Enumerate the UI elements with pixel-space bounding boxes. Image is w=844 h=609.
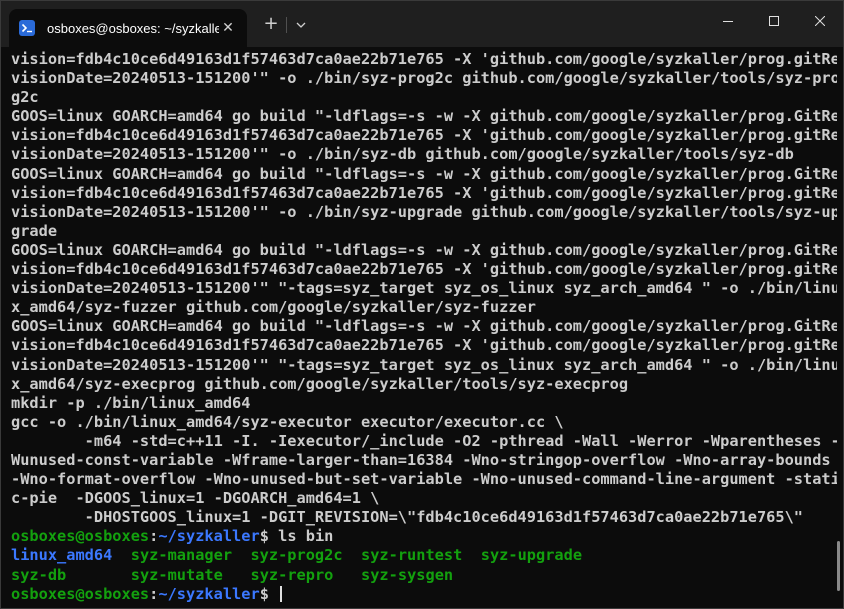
column-gap: [66, 566, 130, 584]
prompt-symbol: $: [259, 527, 279, 546]
output-line: c-pie -DGOOS_linux=1 -DGOARCH_amd64=1 \: [11, 489, 380, 508]
output-line: -DHOSTGOOS_linux=1 -DGIT_REVISION=\"fdb4…: [11, 508, 804, 527]
ls-output-row: linux_amd64 syz-manager syz-prog2c syz-r…: [11, 546, 837, 565]
close-button[interactable]: [797, 1, 843, 41]
prompt-path: ~/syzkaller: [158, 584, 260, 603]
output-line: vision=fdb4c10ce6d49163d1f57463d7ca0ae22…: [11, 336, 837, 355]
terminal-window: osboxes@osboxes: ~/syzkaller ✕ + vision=…: [0, 0, 844, 609]
output-line: Wunused-const-variable -Wframe-larger-th…: [11, 450, 831, 469]
output-line: x_amd64/syz-execprog github.com/google/s…: [11, 374, 629, 393]
file-entry: syz-prog2c: [250, 546, 343, 565]
command-text: ls bin: [278, 527, 334, 546]
output-line: vision=fdb4c10ce6d49163d1f57463d7ca0ae22…: [11, 50, 837, 68]
tab-title: osboxes@osboxes: ~/syzkaller: [47, 20, 219, 36]
output-line: mkdir -p ./bin/linux_amd64: [11, 393, 251, 412]
output-line: vision=fdb4c10ce6d49163d1f57463d7ca0ae22…: [11, 260, 837, 279]
file-entry: syz-repro: [250, 565, 334, 584]
maximize-icon: [769, 16, 779, 26]
terminal-output[interactable]: vision=fdb4c10ce6d49163d1f57463d7ca0ae22…: [11, 50, 837, 606]
output-line: GOOS=linux GOARCH=amd64 go build "-ldfla…: [11, 240, 837, 259]
prompt-symbol: $: [259, 584, 279, 603]
file-entry: syz-sysgen: [361, 565, 454, 584]
tab-terminal[interactable]: osboxes@osboxes: ~/syzkaller ✕: [9, 9, 247, 47]
output-line: visionDate=20240513-151200'" -o ./bin/sy…: [11, 145, 794, 164]
output-line: visionDate=20240513-151200'" "-tags=syz_…: [11, 279, 837, 298]
prompt-separator: :: [149, 584, 159, 603]
file-entry: syz-db: [11, 565, 67, 584]
prompt-user: osboxes@osboxes: [11, 527, 150, 546]
ls-output-row: syz-db syz-mutate syz-repro syz-sysgen: [11, 566, 837, 585]
column-gap: [112, 546, 130, 564]
file-entry: syz-manager: [130, 546, 233, 565]
output-line: GOOS=linux GOARCH=amd64 go build "-ldfla…: [11, 107, 837, 126]
column-gap: [232, 546, 250, 564]
output-line: x_amd64/syz-fuzzer github.com/google/syz…: [11, 298, 536, 317]
chevron-down-icon[interactable]: [291, 14, 311, 36]
output-line: GOOS=linux GOARCH=amd64 go build "-ldfla…: [11, 317, 837, 336]
terminal-icon: [19, 20, 35, 36]
scrollbar[interactable]: [837, 541, 840, 591]
output-line: vision=fdb4c10ce6d49163d1f57463d7ca0ae22…: [11, 183, 837, 202]
output-line: visionDate=20240513-151200'" "-tags=syz_…: [11, 355, 837, 374]
output-line: -Wno-format-overflow -Wno-unused-but-set…: [11, 470, 837, 489]
prompt-path: ~/syzkaller: [158, 527, 260, 546]
output-line: vision=fdb4c10ce6d49163d1f57463d7ca0ae22…: [11, 126, 837, 145]
file-entry: syz-mutate: [130, 565, 223, 584]
column-gap: [462, 546, 480, 564]
output-line: GOOS=linux GOARCH=amd64 go build "-ldfla…: [11, 164, 837, 183]
output-line: visionDate=20240513-151200'" -o ./bin/sy…: [11, 202, 837, 221]
column-gap: [343, 546, 361, 564]
output-line: gcc -o ./bin/linux_amd64/syz-executor ex…: [11, 412, 564, 431]
output-line: g2c: [11, 88, 39, 107]
prompt-user: osboxes@osboxes: [11, 584, 150, 603]
column-gap: [333, 566, 361, 584]
new-tab-button[interactable]: +: [259, 14, 283, 36]
directory-entry: linux_amd64: [11, 546, 113, 565]
output-line: grade: [11, 221, 58, 240]
file-entry: syz-runtest: [361, 546, 463, 565]
file-entry: syz-upgrade: [480, 546, 583, 565]
text-cursor: [280, 585, 283, 602]
close-tab-icon[interactable]: ✕: [219, 19, 237, 37]
prompt-separator: :: [149, 527, 159, 546]
divider: [286, 17, 287, 33]
minimize-icon: [723, 21, 733, 22]
output-line: -m64 -std=c++11 -I. -Iexecutor/_include …: [11, 431, 837, 450]
prompt-line: osboxes@osboxes:~/syzkaller$: [11, 585, 837, 604]
minimize-button[interactable]: [705, 1, 751, 41]
column-gap: [223, 566, 251, 584]
prompt-line: osboxes@osboxes:~/syzkaller$ ls bin: [11, 527, 837, 546]
output-line: visionDate=20240513-151200'" -o ./bin/sy…: [11, 69, 837, 88]
title-bar: osboxes@osboxes: ~/syzkaller ✕ +: [1, 1, 843, 47]
close-icon: [815, 16, 825, 26]
maximize-button[interactable]: [751, 1, 797, 41]
